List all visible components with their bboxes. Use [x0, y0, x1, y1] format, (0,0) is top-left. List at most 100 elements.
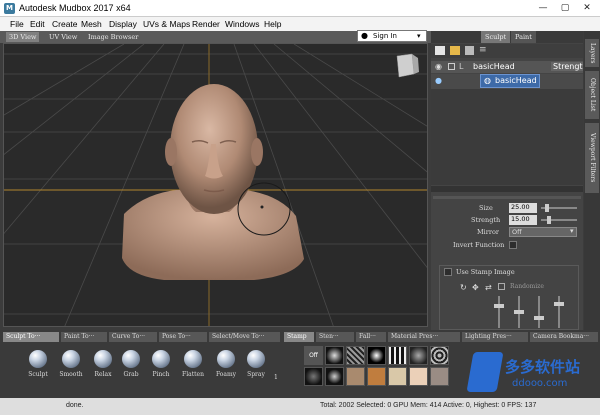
random-slider-4[interactable] [558, 296, 560, 328]
stamp-thumbnail[interactable] [346, 346, 365, 365]
tools-overflow[interactable]: 1 [274, 374, 278, 381]
trash-icon[interactable] [465, 46, 474, 55]
random-slider-1-handle[interactable] [494, 304, 504, 308]
relax-icon [94, 350, 112, 368]
rotate-icon[interactable]: ↻ [460, 283, 467, 292]
stamp-thumbnail[interactable] [304, 367, 323, 386]
stamp-thumbnail[interactable] [346, 367, 365, 386]
menu-mesh[interactable]: Mesh [81, 19, 102, 29]
foamy-icon [217, 350, 235, 368]
mirror-select[interactable]: Off [509, 227, 577, 237]
splitter-handle[interactable] [431, 186, 583, 192]
mirror-label: Mirror [477, 228, 499, 236]
tab-paint[interactable]: Paint [511, 31, 536, 43]
tool-spray[interactable]: Spray [240, 346, 272, 390]
chevron-down-icon: ▾ [570, 227, 574, 235]
tool-grab[interactable]: Grab [115, 346, 147, 390]
tab-falloff[interactable]: Fall··· [356, 332, 386, 342]
strength-column: Strength [551, 62, 583, 71]
tool-foamy[interactable]: Foamy [210, 346, 242, 390]
stamp-thumbnail[interactable] [367, 346, 386, 365]
side-tab-bar: Layers Object List Viewport Filters [584, 31, 600, 330]
stamp-thumbnail[interactable] [409, 367, 428, 386]
stamp-option-checkbox[interactable] [498, 283, 505, 290]
side-tab-object-list[interactable]: Object List [585, 71, 599, 119]
tab-stamp[interactable]: Stamp [284, 332, 314, 342]
menu-edit[interactable]: Edit [30, 19, 45, 29]
tab-sculpt-tools[interactable]: Sculpt To··· [3, 332, 59, 342]
menu-display[interactable]: Display [109, 19, 137, 29]
tab-stencil[interactable]: Sten··· [316, 332, 354, 342]
stamp-thumbnail[interactable] [409, 346, 428, 365]
tool-smooth[interactable]: Smooth [55, 346, 87, 390]
stamp-off[interactable]: Off [304, 346, 323, 365]
new-layer-icon[interactable] [435, 46, 445, 55]
tab-sculpt[interactable]: Sculpt [481, 31, 511, 43]
spray-icon [247, 350, 265, 368]
random-slider-3-handle[interactable] [534, 316, 544, 320]
size-field[interactable]: 25.00 [509, 203, 537, 213]
tab-lighting-presets[interactable]: Lighting Pres··· [462, 332, 528, 342]
folder-icon[interactable] [450, 46, 460, 55]
stamp-thumbnail[interactable] [367, 367, 386, 386]
random-slider-1[interactable] [498, 296, 500, 328]
sign-in-label: Sign In [373, 32, 397, 40]
strength-slider-handle[interactable] [547, 216, 551, 224]
viewport-scene [4, 44, 427, 326]
lock-icon[interactable] [448, 63, 455, 70]
tab-image-browser[interactable]: Image Browser [85, 32, 141, 42]
minimize-button[interactable]: — [532, 0, 554, 16]
menu-create[interactable]: Create [52, 19, 78, 29]
sign-in-dropdown[interactable]: ● Sign In ▾ [357, 30, 427, 42]
tab-material-presets[interactable]: Material Pres··· [388, 332, 460, 342]
maximize-button[interactable]: ▢ [554, 0, 576, 16]
mesh-icon: ◍ [484, 76, 491, 85]
visible-dot-icon[interactable]: ● [435, 76, 442, 85]
tool-pinch[interactable]: Pinch [145, 346, 177, 390]
random-slider-4-handle[interactable] [554, 302, 564, 306]
menu-icon[interactable]: ≡ [479, 45, 487, 55]
tab-paint-tools[interactable]: Paint To··· [61, 332, 107, 342]
stamp-thumbnail[interactable] [430, 367, 449, 386]
brush-properties: Size 25.00 Strength 15.00 Mirror Off ▾ I… [431, 194, 583, 330]
stamp-thumbnail[interactable] [388, 346, 407, 365]
tool-tray: Sculpt To··· Paint To··· Curve To··· Pos… [0, 330, 600, 398]
size-label: Size [479, 204, 493, 212]
close-button[interactable]: ✕ [576, 0, 598, 16]
tab-3d-view[interactable]: 3D View [6, 32, 40, 42]
invert-checkbox[interactable] [509, 241, 517, 249]
eye-icon[interactable]: ◉ [435, 62, 442, 71]
stamp-thumbnail[interactable] [325, 367, 344, 386]
tab-select-move-tools[interactable]: Select/Move To··· [209, 332, 280, 342]
menu-file[interactable]: File [10, 19, 24, 29]
menu-uvs-maps[interactable]: UVs & Maps [143, 19, 190, 29]
user-icon: ● [361, 31, 368, 40]
tool-label: Sculpt [28, 371, 48, 378]
stamp-thumbnail[interactable] [388, 367, 407, 386]
strength-field[interactable]: 15.00 [509, 215, 537, 225]
3d-viewport[interactable] [3, 43, 428, 327]
swap-icon[interactable]: ⇄ [485, 283, 492, 292]
move-icon[interactable]: ✥ [472, 283, 479, 292]
size-slider-handle[interactable] [545, 204, 549, 212]
menu-windows[interactable]: Windows [225, 19, 259, 29]
side-tab-layers[interactable]: Layers [585, 39, 599, 67]
tab-uv-view[interactable]: UV View [46, 32, 80, 42]
stamp-thumbnail[interactable] [325, 346, 344, 365]
layer-row[interactable]: ● ◍ basicHead [431, 74, 583, 89]
tab-camera-bookmarks[interactable]: Camera Bookma··· [530, 332, 598, 342]
layer-toolbar: ≡ [431, 44, 583, 58]
side-tab-viewport-filters[interactable]: Viewport Filters [585, 123, 599, 193]
tab-curve-tools[interactable]: Curve To··· [109, 332, 157, 342]
tool-sculpt[interactable]: Sculpt [22, 346, 54, 390]
tool-flatten[interactable]: Flatten [177, 346, 209, 390]
right-panel: Sculpt Paint ≡ ◉ L basicHead Strength ● … [431, 31, 583, 330]
stamp-thumbnail[interactable] [430, 346, 449, 365]
menu-help[interactable]: Help [264, 19, 281, 29]
random-slider-2-handle[interactable] [514, 310, 524, 314]
stamp-checkbox[interactable] [444, 268, 452, 276]
menu-render[interactable]: Render [192, 19, 220, 29]
random-slider-3[interactable] [538, 296, 540, 328]
tab-pose-tools[interactable]: Pose To··· [159, 332, 207, 342]
layer-list-empty [431, 89, 583, 185]
